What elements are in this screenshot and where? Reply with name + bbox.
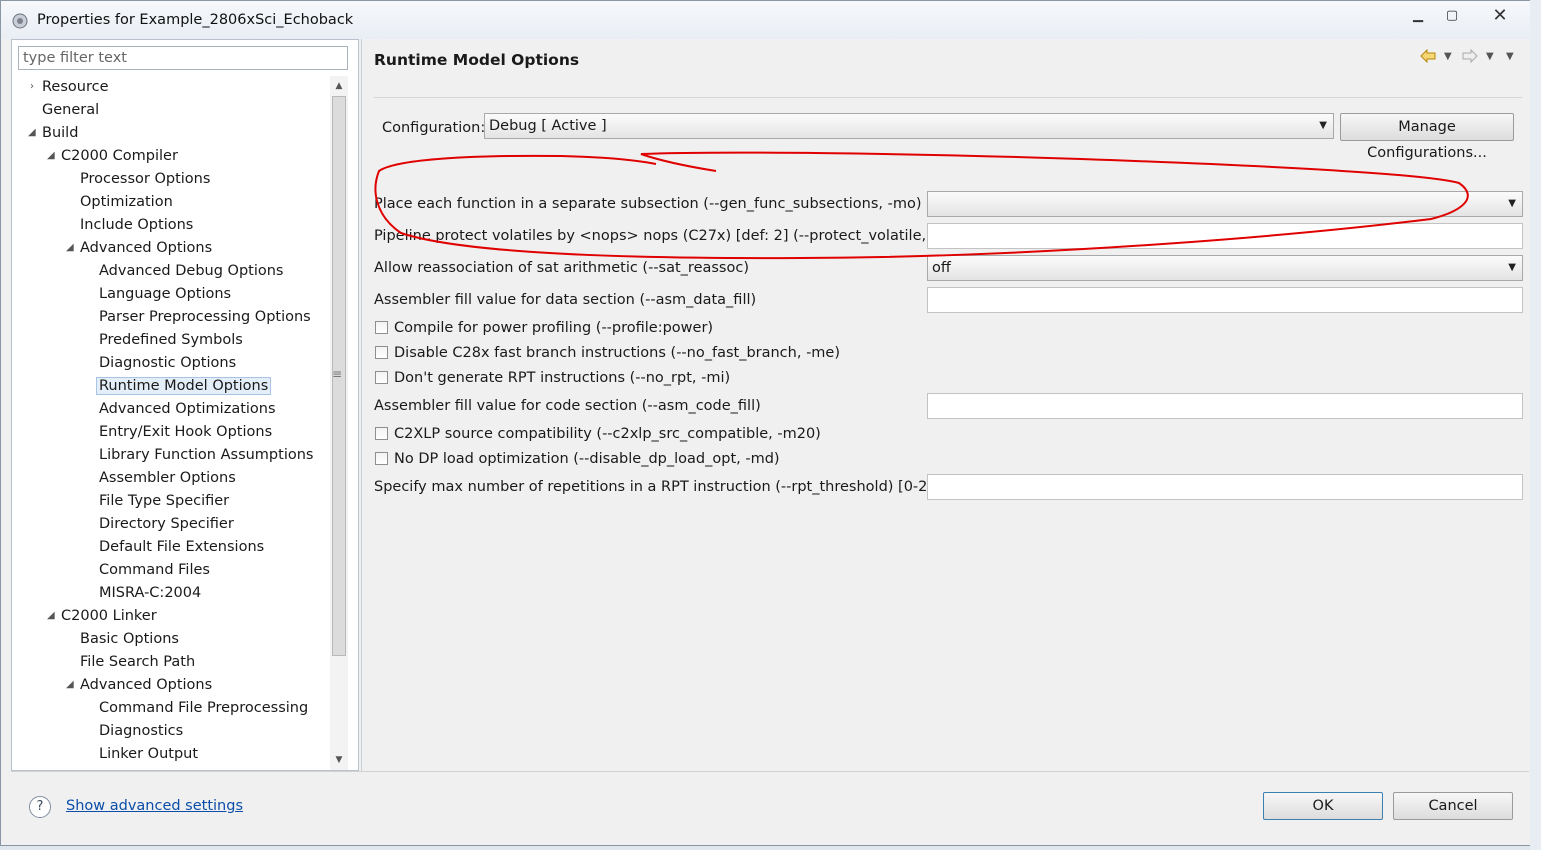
maximize-button[interactable]: ▢ [1437, 5, 1467, 27]
scroll-up-icon[interactable]: ▲ [330, 78, 348, 94]
manage-configurations-button[interactable]: Manage Configurations... [1340, 113, 1514, 161]
configuration-group: Configuration: Debug [ Active ] ▼ Manage … [374, 97, 1522, 174]
no-fast-branch-checkbox[interactable] [375, 346, 388, 359]
tree-item-resource[interactable]: › Resource [30, 76, 109, 98]
filter-input[interactable] [18, 46, 348, 70]
collapse-icon[interactable]: ◢ [66, 237, 74, 259]
help-icon[interactable]: ? [29, 796, 51, 818]
gen-func-subsections-select[interactable]: ▼ [927, 191, 1523, 217]
configuration-select[interactable]: Debug [ Active ] ▼ [484, 113, 1334, 139]
tree-item-library-function-assumptions[interactable]: Library Function Assumptions [99, 444, 313, 466]
disable-dp-load-opt-label: No DP load optimization (--disable_dp_lo… [394, 451, 780, 467]
tree-item-file-search-path[interactable]: File Search Path [80, 651, 195, 673]
title-bar[interactable]: Properties for Example_2806xSci_Echoback… [1, 1, 1536, 39]
tree-item-linker-advanced-options[interactable]: ◢ Advanced Options [66, 674, 212, 696]
tree-scrollbar[interactable]: ▲ ▼ [330, 76, 348, 770]
tree-item-basic-options[interactable]: Basic Options [80, 628, 179, 650]
tree-item-language-options[interactable]: Language Options [99, 283, 231, 305]
tree-item-assembler-options[interactable]: Assembler Options [99, 467, 236, 489]
forward-arrow-icon[interactable] [1462, 49, 1478, 63]
rpt-threshold-input[interactable] [927, 474, 1523, 500]
protect-volatile-input[interactable] [927, 223, 1523, 249]
properties-dialog: Properties for Example_2806xSci_Echoback… [0, 0, 1537, 846]
asm-data-fill-input[interactable] [927, 287, 1523, 313]
cancel-button[interactable]: Cancel [1393, 792, 1513, 820]
asm-code-fill-label: Assembler fill value for code section (-… [374, 398, 761, 414]
tree-item-linker-output[interactable]: Linker Output [99, 743, 198, 765]
splitter-grip-icon[interactable]: ≡ [332, 367, 342, 381]
rpt-threshold-label: Specify max number of repetitions in a R… [374, 479, 952, 495]
collapse-icon[interactable]: ◢ [47, 145, 55, 167]
tree-item-advanced-options[interactable]: ◢ Advanced Options [66, 237, 212, 259]
no-fast-branch-label: Disable C28x fast branch instructions (-… [394, 345, 841, 361]
tree-item-command-files[interactable]: Command Files [99, 559, 210, 581]
disable-dp-load-opt-checkbox[interactable] [375, 452, 388, 465]
navigation-panel: ›Resource General ◢Build ◢C2000 Compiler… [11, 39, 359, 771]
window-title: Properties for Example_2806xSci_Echoback [37, 12, 354, 28]
profile-power-label: Compile for power profiling (--profile:p… [394, 320, 714, 336]
chevron-down-icon: ▼ [1508, 262, 1516, 273]
close-button[interactable]: ✕ [1471, 5, 1529, 27]
expand-icon[interactable]: › [30, 76, 34, 98]
scroll-down-icon[interactable]: ▼ [330, 752, 348, 768]
footer-separator [11, 771, 1529, 772]
tree-item-c2000-linker[interactable]: ◢ C2000 Linker [47, 605, 157, 627]
tree-item-runtime-model-options[interactable]: Runtime Model Options [96, 375, 272, 397]
no-rpt-label: Don't generate RPT instructions (--no_rp… [394, 370, 731, 386]
tree-item-c2000-compiler[interactable]: ◢ C2000 Compiler [47, 145, 178, 167]
tree-item-advanced-optimizations[interactable]: Advanced Optimizations [99, 398, 276, 420]
collapse-icon[interactable]: ◢ [28, 122, 36, 144]
tree-item-include-options[interactable]: Include Options [80, 214, 193, 236]
tree-item-optimization[interactable]: Optimization [80, 191, 173, 213]
asm-data-fill-label: Assembler fill value for data section (-… [374, 292, 757, 308]
view-menu-icon[interactable]: ▼ [1506, 51, 1514, 62]
profile-power-checkbox[interactable] [375, 321, 388, 334]
tree-item-diagnostic-options[interactable]: Diagnostic Options [99, 352, 236, 374]
sat-reassoc-label: Allow reassociation of sat arithmetic (-… [374, 260, 749, 276]
no-rpt-checkbox[interactable] [375, 371, 388, 384]
configuration-label: Configuration: [382, 120, 486, 136]
ok-button[interactable]: OK [1263, 792, 1383, 820]
app-icon [12, 13, 28, 29]
page-title: Runtime Model Options [374, 51, 580, 69]
tree-item-default-file-extensions[interactable]: Default File Extensions [99, 536, 264, 558]
sat-reassoc-select[interactable]: off ▼ [927, 255, 1523, 281]
settings-page: Runtime Model Options ▼ ▼ ▼ Configuratio… [361, 39, 1530, 771]
tree-item-command-file-preprocessing[interactable]: Command File Preprocessing [99, 697, 308, 719]
show-advanced-settings-link[interactable]: Show advanced settings [66, 798, 243, 814]
asm-code-fill-input[interactable] [927, 393, 1523, 419]
collapse-icon[interactable]: ◢ [66, 674, 74, 696]
chevron-down-icon: ▼ [1508, 198, 1516, 209]
tree-item-build[interactable]: ◢ Build [28, 122, 78, 144]
tree-item-file-type-specifier[interactable]: File Type Specifier [99, 490, 229, 512]
gen-func-subsections-label: Place each function in a separate subsec… [374, 196, 922, 212]
c2xlp-src-compatible-label: C2XLP source compatibility (--c2xlp_src_… [394, 426, 821, 442]
background-edge [1530, 0, 1541, 850]
tree-item-misra-c-2004[interactable]: MISRA-C:2004 [99, 582, 201, 604]
minimize-button[interactable]: ▁ [1403, 5, 1433, 27]
tree-item-predefined-symbols[interactable]: Predefined Symbols [99, 329, 243, 351]
back-arrow-icon[interactable] [1420, 49, 1436, 63]
tree-item-entry-exit-hook-options[interactable]: Entry/Exit Hook Options [99, 421, 272, 443]
tree-item-parser-preprocessing-options[interactable]: Parser Preprocessing Options [99, 306, 311, 328]
back-menu-icon[interactable]: ▼ [1444, 51, 1452, 62]
forward-menu-icon[interactable]: ▼ [1486, 51, 1494, 62]
tree-item-diagnostics[interactable]: Diagnostics [99, 720, 183, 742]
tree-item-advanced-debug-options[interactable]: Advanced Debug Options [99, 260, 283, 282]
tree-item-directory-specifier[interactable]: Directory Specifier [99, 513, 234, 535]
c2xlp-src-compatible-checkbox[interactable] [375, 427, 388, 440]
collapse-icon[interactable]: ◢ [47, 605, 55, 627]
tree-item-general[interactable]: General [42, 99, 99, 121]
chevron-down-icon: ▼ [1319, 120, 1327, 131]
protect-volatile-label: Pipeline protect volatiles by <nops> nop… [374, 228, 965, 244]
tree-item-processor-options[interactable]: Processor Options [80, 168, 210, 190]
